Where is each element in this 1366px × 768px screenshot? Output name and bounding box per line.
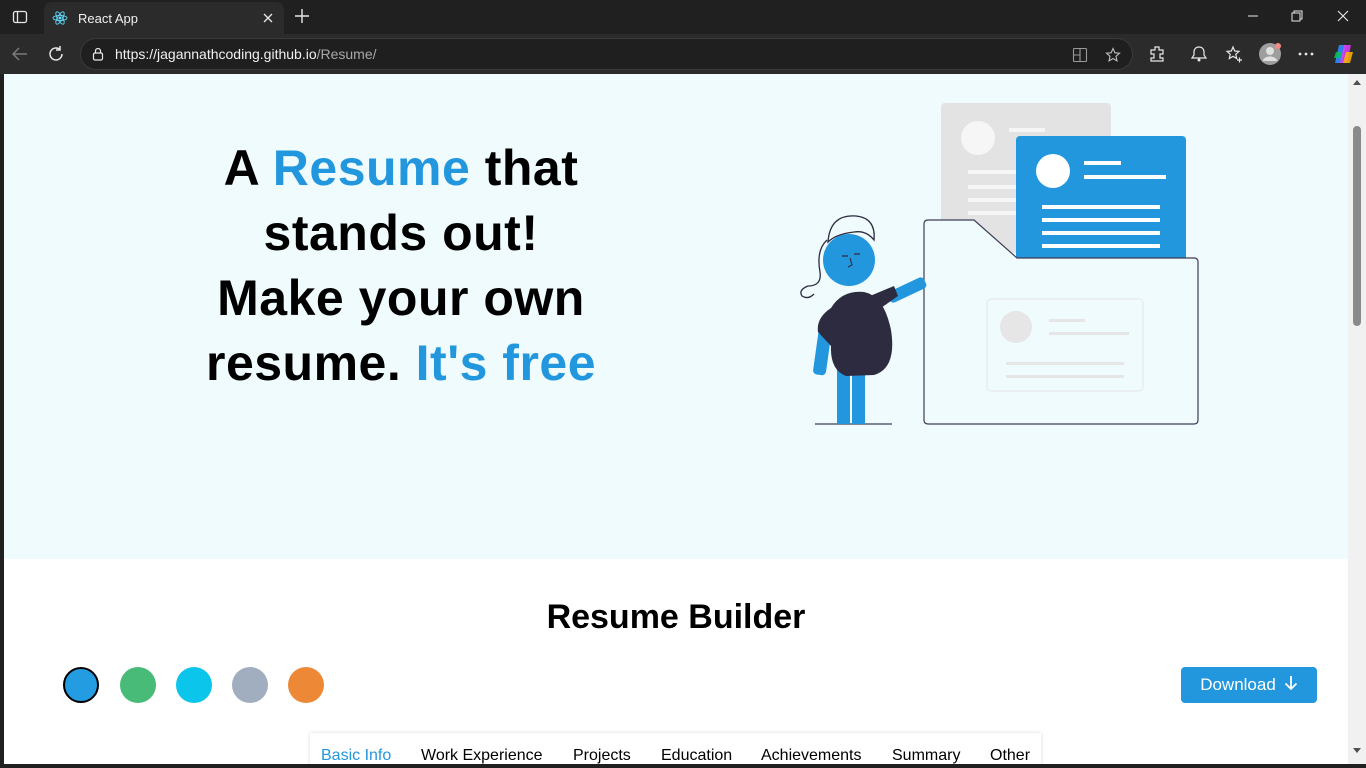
url-path: /Resume/ (316, 46, 377, 62)
scroll-thumb[interactable] (1353, 126, 1361, 326)
app-available-icon[interactable] (1071, 46, 1089, 64)
hero-accent-free: It's free (415, 335, 597, 391)
address-bar[interactable]: https://jagannathcoding.github.io/Resume… (80, 38, 1133, 70)
hero-section: A Resume that stands out! Make your own … (4, 74, 1348, 559)
color-swatch-green[interactable] (120, 667, 156, 703)
back-icon[interactable] (8, 42, 32, 66)
tab-achievements[interactable]: Achievements (761, 747, 862, 764)
close-tab-icon[interactable] (260, 10, 276, 26)
tab-work-experience[interactable]: Work Experience (421, 747, 543, 764)
builder-tabs: Basic Info Work Experience Projects Educ… (310, 733, 1041, 764)
hero-line1-start: A (223, 140, 273, 196)
more-options-icon[interactable] (1296, 44, 1316, 64)
hero-line2: stands out! (263, 205, 539, 261)
browser-toolbar: https://jagannathcoding.github.io/Resume… (0, 34, 1366, 74)
page-viewport: A Resume that stands out! Make your own … (4, 74, 1348, 764)
close-window-icon[interactable] (1328, 4, 1358, 28)
tab-actions-icon[interactable] (8, 6, 32, 28)
extensions-icon[interactable] (1147, 44, 1167, 64)
hero-line4-start: resume. (205, 335, 416, 391)
hero-line1-end: that (470, 140, 579, 196)
arrow-down-icon (1284, 675, 1298, 696)
favorites-icon[interactable] (1224, 44, 1244, 64)
tab-other[interactable]: Other (990, 747, 1030, 764)
color-swatch-cyan[interactable] (176, 667, 212, 703)
profile-avatar[interactable] (1258, 42, 1282, 66)
builder-title: Resume Builder (546, 598, 806, 636)
download-button[interactable]: Download (1181, 667, 1317, 703)
restore-icon[interactable] (1282, 4, 1312, 28)
download-label: Download (1200, 675, 1276, 694)
hero-accent-resume: Resume (272, 140, 471, 196)
color-swatch-orange[interactable] (288, 667, 324, 703)
minimize-icon[interactable] (1238, 4, 1268, 28)
window-bottom-border (0, 764, 1366, 768)
favorite-star-icon[interactable] (1104, 46, 1122, 64)
hero-line3: Make your own (217, 270, 585, 326)
color-swatch-gray[interactable] (232, 667, 268, 703)
hero-heading: A Resume that stands out! Make your own … (154, 136, 648, 396)
site-info-icon[interactable] (91, 47, 105, 61)
scroll-down-icon[interactable] (1353, 748, 1361, 753)
tab-summary[interactable]: Summary (892, 747, 960, 764)
tab-education[interactable]: Education (661, 747, 732, 764)
new-tab-icon[interactable] (292, 6, 312, 26)
color-swatch-blue[interactable] (63, 667, 99, 703)
scroll-up-icon[interactable] (1353, 80, 1361, 85)
url-host: https://jagannathcoding.github.io (115, 46, 317, 62)
reload-icon[interactable] (44, 42, 68, 66)
copilot-icon[interactable] (1332, 42, 1356, 66)
tab-basic-info[interactable]: Basic Info (321, 747, 391, 764)
react-logo-icon (52, 10, 68, 26)
browser-tab-strip: React App (0, 0, 1366, 34)
tab-title: React App (78, 10, 138, 26)
browser-tab-active[interactable]: React App (44, 2, 284, 34)
resume-illustration (800, 103, 1199, 425)
page-scrollbar[interactable] (1348, 74, 1366, 764)
tab-projects[interactable]: Projects (573, 747, 631, 764)
browser-essentials-icon[interactable] (1189, 44, 1209, 64)
